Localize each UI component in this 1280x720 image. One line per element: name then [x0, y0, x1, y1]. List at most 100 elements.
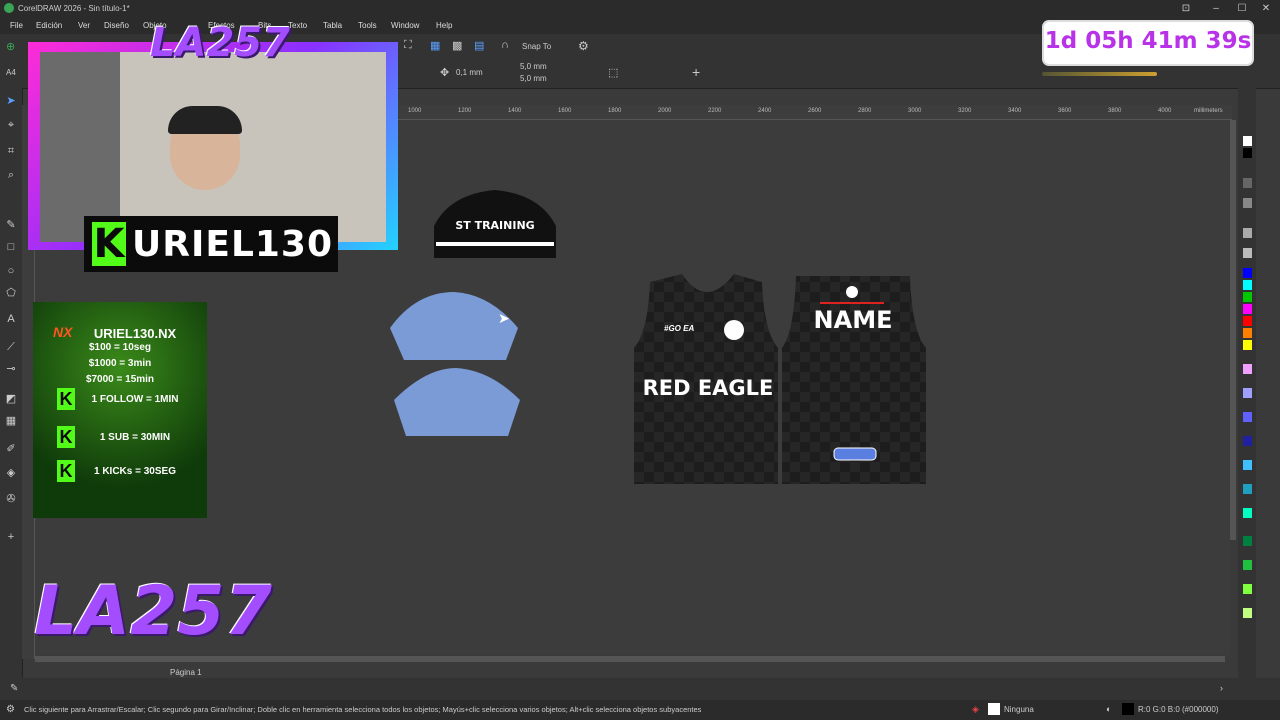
toolbox: ➤ ⌖ ⌗ ⌕ ✎ □ ○ ⬠ A ⟋ ⊸ ◩ ▦ ✐ ◈ ✇ +: [0, 88, 23, 698]
ruler-label: 4000: [1158, 108, 1172, 114]
ruler-unit: millimeters: [1194, 108, 1223, 114]
webcam-background: [40, 52, 120, 242]
page-tab[interactable]: Página 1: [170, 668, 202, 677]
ellipse-tool-icon[interactable]: ○: [4, 264, 18, 278]
swatch-navy[interactable]: [1243, 436, 1252, 446]
zoom-tool-icon[interactable]: ⌕: [4, 168, 18, 182]
vertical-scrollbar[interactable]: [1230, 120, 1236, 540]
fill-tool-icon[interactable]: ◈: [4, 466, 18, 480]
ruler-label: 2200: [708, 108, 722, 114]
swatch-orange[interactable]: [1243, 328, 1252, 338]
swatch-green[interactable]: [1243, 292, 1252, 302]
add-tool-icon[interactable]: +: [4, 530, 18, 544]
ruler-label: 2000: [658, 108, 672, 114]
show-rulers-icon[interactable]: ▦: [430, 39, 440, 52]
swatch-red[interactable]: [1243, 316, 1252, 326]
swatch-gray[interactable]: [1243, 228, 1252, 238]
ruler-label: 1600: [558, 108, 572, 114]
freehand-tool-icon[interactable]: ✎: [4, 218, 18, 232]
snap-to-dropdown[interactable]: Snap To: [522, 42, 551, 51]
pen-icon[interactable]: ✎: [10, 683, 18, 694]
scroll-right-icon[interactable]: ›: [1220, 683, 1223, 693]
swatch-gray[interactable]: [1243, 198, 1252, 208]
eyedropper-tool-icon[interactable]: ✐: [4, 442, 18, 456]
swatch-lightgreen[interactable]: [1243, 608, 1252, 618]
menu-file[interactable]: File: [10, 21, 23, 30]
transform-icon[interactable]: ⬚: [608, 66, 618, 79]
ruler-label: 1800: [608, 108, 622, 114]
ruler-label: 3800: [1108, 108, 1122, 114]
webcam-cap: [168, 106, 242, 134]
pattern-piece-bottom[interactable]: [394, 368, 520, 436]
title-bar: CorelDRAW 2026 - Sin título-1* ⊡ – ☐ ✕: [0, 0, 1280, 18]
menu-ver[interactable]: Ver: [78, 21, 90, 30]
jersey-back[interactable]: [780, 272, 926, 484]
add-icon[interactable]: +: [692, 64, 700, 80]
text-tool-icon[interactable]: A: [4, 312, 18, 326]
swatch-gray[interactable]: [1243, 248, 1252, 258]
full-screen-icon[interactable]: ⛶: [404, 39, 412, 52]
swatch-gray[interactable]: [1243, 178, 1252, 188]
swatch-magenta[interactable]: [1243, 304, 1252, 314]
transparency-tool-icon[interactable]: ▦: [4, 414, 18, 428]
swatch-sky[interactable]: [1243, 460, 1252, 470]
status-bar: ⚙ Clic siguiente para Arrastrar/Escalar;…: [0, 700, 1280, 720]
ruler-label: 3400: [1008, 108, 1022, 114]
duplicate-x-input[interactable]: 5,0 mm: [520, 62, 547, 71]
pick-tool-icon[interactable]: ➤: [4, 94, 18, 108]
snap-icon[interactable]: ∩: [501, 39, 509, 51]
close-button[interactable]: ✕: [1256, 2, 1276, 16]
outline-swatch: [1122, 703, 1134, 715]
swatch-lime[interactable]: [1243, 584, 1252, 594]
ruler-label: 1000: [408, 108, 422, 114]
swatch-yellow[interactable]: [1243, 340, 1252, 350]
minimize-button[interactable]: –: [1206, 2, 1226, 16]
swatch-violet[interactable]: [1243, 412, 1252, 422]
swatch-white[interactable]: [1243, 136, 1252, 146]
menu-texto[interactable]: Texto: [288, 21, 307, 30]
ruler-label: 2600: [808, 108, 822, 114]
swatch-cyan[interactable]: [1243, 280, 1252, 290]
new-document-icon[interactable]: ⊕: [6, 40, 15, 53]
swatch-black[interactable]: [1243, 148, 1252, 158]
maximize-button[interactable]: ☐: [1232, 2, 1252, 16]
polygon-tool-icon[interactable]: ⬠: [4, 286, 18, 300]
swatch-darkgreen[interactable]: [1243, 536, 1252, 546]
menu-window[interactable]: Window: [391, 21, 419, 30]
swatch-pink[interactable]: [1243, 364, 1252, 374]
blend-tool-icon[interactable]: ⊸: [4, 362, 18, 376]
outline-icon: ◐: [1106, 704, 1112, 714]
page-navigator: ✎ Página 1 ›: [0, 668, 1280, 700]
swatch-teal[interactable]: [1243, 484, 1252, 494]
donation-tier: $100 = 10seg: [89, 342, 151, 353]
la257-logo-bottom: LA257: [34, 572, 272, 651]
ruler-label: 1400: [508, 108, 522, 114]
swatch-blue[interactable]: [1243, 268, 1252, 278]
swatch-mint[interactable]: [1243, 508, 1252, 518]
app-logo-icon: [4, 3, 14, 13]
crop-tool-icon[interactable]: ⌗: [4, 144, 18, 158]
ruler-label: 3200: [958, 108, 972, 114]
menu-edicion[interactable]: Edición: [36, 21, 62, 30]
nudge-distance-input[interactable]: 0,1 mm: [456, 68, 483, 77]
settings-gear-icon[interactable]: ⚙: [6, 704, 15, 715]
swatch-lavender[interactable]: [1243, 388, 1252, 398]
show-guidelines-icon[interactable]: ▤: [474, 39, 484, 52]
swatch-green[interactable]: [1243, 560, 1252, 570]
options-gear-icon[interactable]: ⚙: [578, 39, 589, 53]
duplicate-y-input[interactable]: 5,0 mm: [520, 74, 547, 83]
menu-help[interactable]: Help: [436, 21, 452, 30]
menu-diseno[interactable]: Diseño: [104, 21, 129, 30]
user-icon[interactable]: ⊡: [1176, 2, 1196, 16]
nudge-icon: ✥: [440, 67, 450, 79]
horizontal-scrollbar[interactable]: [35, 656, 1225, 662]
shape-tool-icon[interactable]: ⌖: [4, 118, 18, 132]
rectangle-tool-icon[interactable]: □: [4, 240, 18, 254]
shadow-tool-icon[interactable]: ◩: [4, 392, 18, 406]
show-grid-icon[interactable]: ▩: [452, 39, 462, 52]
menu-tabla[interactable]: Tabla: [323, 21, 342, 30]
connector-tool-icon[interactable]: ⟋: [4, 340, 18, 354]
smart-fill-tool-icon[interactable]: ✇: [4, 492, 18, 506]
menu-tools[interactable]: Tools: [358, 21, 377, 30]
page-size-select[interactable]: A4: [6, 68, 16, 77]
